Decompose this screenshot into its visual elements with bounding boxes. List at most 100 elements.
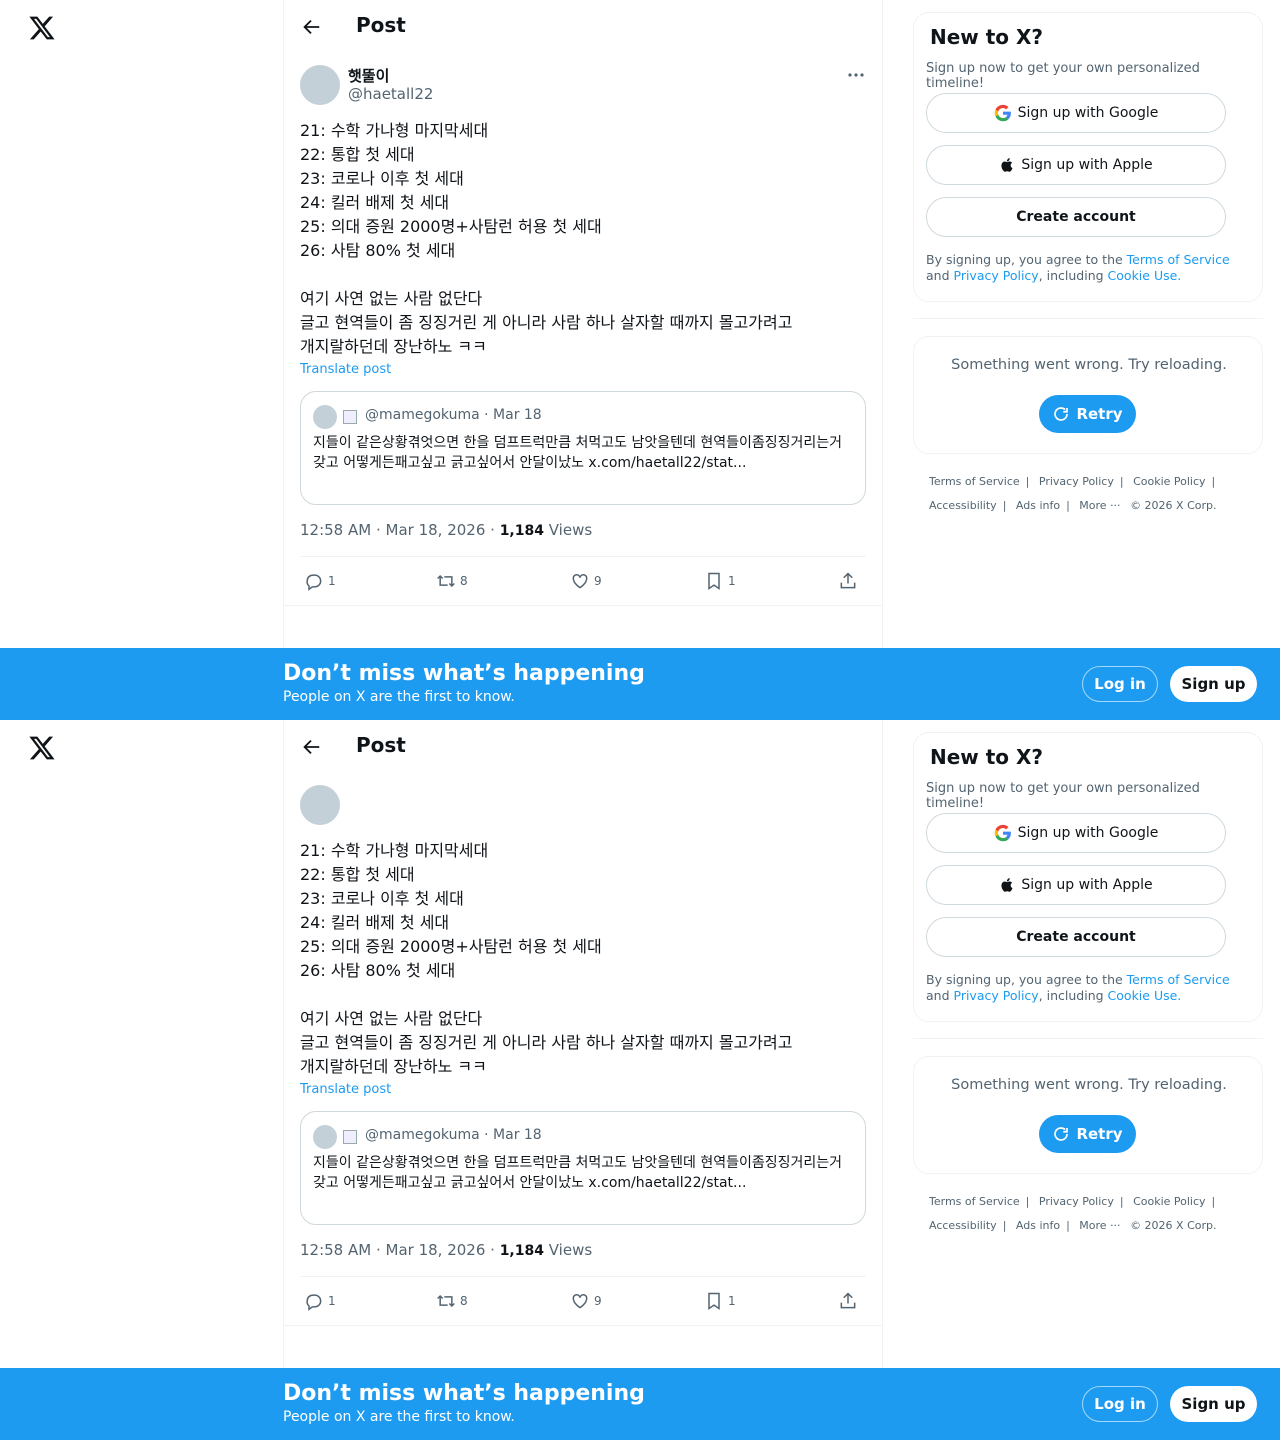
error-message: Something went wrong. Try reloading. bbox=[951, 1077, 1227, 1093]
google-signup-label: Sign up with Google bbox=[1017, 825, 1159, 841]
create-account-button[interactable]: Create account bbox=[926, 197, 1226, 237]
quoted-post[interactable]: @mamegokuma · Mar 18 지들이 같은상황겪엇으면 한을 덤프트… bbox=[300, 391, 866, 505]
signup-button[interactable]: Sign up bbox=[1170, 666, 1257, 702]
post-text: 21: 수학 가나형 마지막세대 22: 통합 첫 세대 23: 코로나 이후 … bbox=[300, 121, 793, 356]
create-account-button[interactable]: Create account bbox=[926, 917, 1226, 957]
banner-subtext: People on X are the first to know. bbox=[283, 1409, 515, 1425]
reply-icon bbox=[306, 574, 322, 591]
divider bbox=[284, 605, 882, 606]
like-button[interactable]: 9 bbox=[570, 1288, 602, 1314]
translate-post-link[interactable]: Translate post bbox=[300, 362, 391, 377]
footer-copyright: © 2026 X Corp. bbox=[1130, 499, 1217, 512]
x-logo-icon[interactable] bbox=[28, 14, 56, 42]
author-handle[interactable]: @haetall22 bbox=[348, 85, 433, 103]
author-name[interactable]: 햇뚤이 bbox=[348, 65, 389, 86]
repost-button[interactable]: 8 bbox=[436, 1288, 468, 1314]
post-header: Post bbox=[284, 0, 882, 53]
footer-more[interactable]: More ··· bbox=[1079, 1219, 1120, 1232]
author-avatar[interactable] bbox=[300, 785, 340, 825]
reply-count: 1 bbox=[328, 1294, 336, 1308]
footer-terms[interactable]: Terms of Service bbox=[929, 1195, 1020, 1208]
signup-card: New to X? Sign up now to get your own pe… bbox=[913, 12, 1263, 302]
share-button[interactable] bbox=[838, 568, 858, 594]
author-avatar[interactable] bbox=[300, 65, 340, 105]
google-signup-button[interactable]: Sign up with Google bbox=[926, 93, 1226, 133]
bookmark-button[interactable]: 1 bbox=[704, 1288, 736, 1314]
terms-link[interactable]: Terms of Service bbox=[1127, 252, 1230, 267]
back-arrow-icon[interactable] bbox=[300, 16, 322, 38]
terms-link[interactable]: Terms of Service bbox=[1127, 972, 1230, 987]
footer-cookie[interactable]: Cookie Policy bbox=[1133, 1195, 1205, 1208]
timestamp[interactable]: 12:58 AM · Mar 18, 2026 · bbox=[300, 1241, 500, 1259]
frame-bottom: 21: 수학 가나형 마지막세대 22: 통합 첫 세대 23: 코로나 이후 … bbox=[0, 720, 1280, 1440]
login-banner: Don’t miss what’s happening People on X … bbox=[0, 1368, 1280, 1440]
cookie-link[interactable]: Cookie Use. bbox=[1108, 988, 1182, 1003]
repost-icon bbox=[437, 1294, 455, 1308]
quoted-text: 지들이 같은상황겪엇으면 한을 덤프트럭만큼 처먹고도 남앗을텐데 현역들이좀징… bbox=[313, 1155, 843, 1191]
share-button[interactable] bbox=[838, 1288, 858, 1314]
bookmark-button[interactable]: 1 bbox=[704, 568, 736, 594]
quoted-handle-date: @mamegokuma · Mar 18 bbox=[365, 407, 542, 423]
terms-text: By signing up, you agree to the bbox=[926, 252, 1127, 267]
divider bbox=[284, 1325, 882, 1326]
apple-signup-button[interactable]: Sign up with Apple bbox=[926, 865, 1226, 905]
footer-privacy[interactable]: Privacy Policy bbox=[1039, 475, 1114, 488]
share-icon bbox=[840, 572, 856, 589]
views-count: 1,184 bbox=[499, 1243, 544, 1259]
like-count: 9 bbox=[594, 574, 602, 588]
timestamp[interactable]: 12:58 AM · Mar 18, 2026 · bbox=[300, 521, 500, 539]
page-title: Post bbox=[356, 733, 406, 757]
heart-icon bbox=[572, 573, 588, 589]
terms-text: and bbox=[926, 268, 954, 283]
quoted-avatar bbox=[313, 1125, 337, 1149]
reply-button[interactable]: 1 bbox=[304, 1288, 336, 1314]
reply-button[interactable]: 1 bbox=[304, 568, 336, 594]
retry-button[interactable]: Retry bbox=[1039, 1115, 1136, 1153]
more-options-icon[interactable] bbox=[846, 70, 866, 80]
reply-count: 1 bbox=[328, 574, 336, 588]
signup-card: New to X? Sign up now to get your own pe… bbox=[913, 732, 1263, 1022]
scrolled-content: 21: 수학 가나형 마지막세대 22: 통합 첫 세대 23: 코로나 이후 … bbox=[284, 720, 882, 1440]
post-text: 21: 수학 가나형 마지막세대 22: 통합 첫 세대 23: 코로나 이후 … bbox=[300, 841, 793, 1076]
back-arrow-icon[interactable] bbox=[300, 736, 322, 758]
banner-subtext: People on X are the first to know. bbox=[283, 689, 515, 705]
signup-subtext: Sign up now to get your own personalized… bbox=[926, 781, 1200, 811]
login-button[interactable]: Log in bbox=[1082, 1386, 1158, 1422]
privacy-link[interactable]: Privacy Policy bbox=[954, 268, 1039, 283]
footer-more[interactable]: More ··· bbox=[1079, 499, 1120, 512]
footer-terms[interactable]: Terms of Service bbox=[929, 475, 1020, 488]
signup-terms: By signing up, you agree to the Terms of… bbox=[926, 252, 1256, 284]
footer-accessibility[interactable]: Accessibility bbox=[929, 499, 997, 512]
privacy-link[interactable]: Privacy Policy bbox=[954, 988, 1039, 1003]
quoted-text: 지들이 같은상황겪엇으면 한을 덤프트럭만큼 처먹고도 남앗을텐데 현역들이좀징… bbox=[313, 435, 843, 471]
footer-ads[interactable]: Ads info bbox=[1016, 1219, 1060, 1232]
cookie-link[interactable]: Cookie Use. bbox=[1108, 268, 1182, 283]
x-logo-icon[interactable] bbox=[28, 734, 56, 762]
google-icon bbox=[994, 824, 1011, 842]
google-signup-button[interactable]: Sign up with Google bbox=[926, 813, 1226, 853]
banner-heading: Don’t miss what’s happening bbox=[283, 1381, 645, 1406]
primary-column: Post 햇뚤이 @haetall22 21: 수학 가나형 마지막세대 22:… bbox=[283, 0, 883, 720]
heart-icon bbox=[572, 1293, 588, 1309]
bookmark-icon bbox=[708, 1292, 720, 1310]
error-card: Something went wrong. Try reloading. Ret… bbox=[913, 336, 1263, 454]
quoted-post[interactable]: @mamegokuma · Mar 18 지들이 같은상황겪엇으면 한을 덤프트… bbox=[300, 1111, 866, 1225]
repost-button[interactable]: 8 bbox=[436, 568, 468, 594]
post-meta: 12:58 AM · Mar 18, 2026 · 1,184 Views bbox=[300, 521, 592, 539]
retry-button[interactable]: Retry bbox=[1039, 395, 1136, 433]
like-button[interactable]: 9 bbox=[570, 568, 602, 594]
action-bar: 1 8 9 1 bbox=[300, 568, 866, 594]
bookmark-count: 1 bbox=[728, 574, 736, 588]
terms-text: , including bbox=[1038, 988, 1108, 1003]
post-meta: 12:58 AM · Mar 18, 2026 · 1,184 Views bbox=[300, 1241, 592, 1259]
apple-signup-button[interactable]: Sign up with Apple bbox=[926, 145, 1226, 185]
footer-cookie[interactable]: Cookie Policy bbox=[1133, 475, 1205, 488]
signup-button[interactable]: Sign up bbox=[1170, 1386, 1257, 1422]
repost-count: 8 bbox=[460, 1294, 468, 1308]
login-button[interactable]: Log in bbox=[1082, 666, 1158, 702]
translate-post-link[interactable]: Translate post bbox=[300, 1082, 391, 1097]
footer-privacy[interactable]: Privacy Policy bbox=[1039, 1195, 1114, 1208]
footer-ads[interactable]: Ads info bbox=[1016, 499, 1060, 512]
views-label: Views bbox=[543, 521, 593, 539]
footer-accessibility[interactable]: Accessibility bbox=[929, 1219, 997, 1232]
